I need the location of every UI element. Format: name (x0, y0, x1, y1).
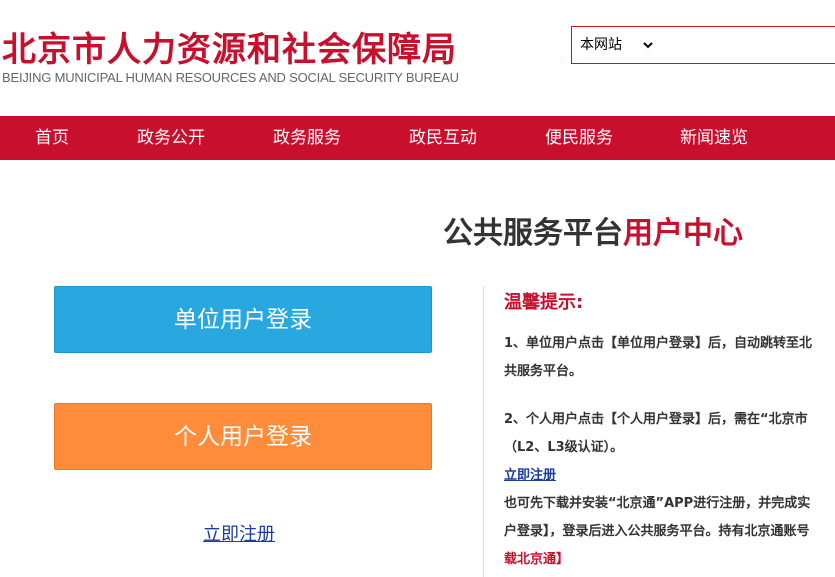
page-title: 公共服务平台用户中心 (443, 208, 743, 252)
tips-title: 温馨提示: (504, 292, 584, 313)
page-title-main: 公共服务平台 (443, 216, 623, 251)
vertical-divider (483, 286, 484, 577)
logo-chinese[interactable]: 北京市人力资源和社会保障局 (2, 22, 457, 71)
nav-item-gov-affairs-open[interactable]: 政务公开 (128, 116, 214, 160)
nav-item-news[interactable]: 新闻速览 (671, 116, 757, 160)
tip-line: 1、单位用户点击【单位用户登录】后，自动跳转至北 (504, 336, 813, 351)
tip-line: 户登录】，登录后进入公共服务平台。持有北京通账号 (504, 524, 810, 539)
unit-user-login-button[interactable]: 单位用户登录 (54, 286, 432, 353)
tip-line: 2、个人用户点击【个人用户登录】后，需在“北京市 (504, 412, 808, 427)
search-scope-select[interactable]: 本网站 (576, 33, 656, 57)
tip-line: 也可先下载并安装“北京通”APP进行注册，并完成实 (504, 496, 811, 511)
tips-panel: 温馨提示: 1、单位用户点击【单位用户登录】后，自动跳转至北 共服务平台。 2、… (504, 288, 835, 577)
tips-register-link[interactable]: 立即注册 (504, 464, 556, 483)
personal-user-login-button[interactable]: 个人用户登录 (54, 403, 432, 470)
main-nav: 首页 政务公开 政务服务 政民互动 便民服务 新闻速览 (0, 116, 835, 160)
nav-item-interaction[interactable]: 政民互动 (400, 116, 486, 160)
search-input[interactable] (660, 31, 830, 59)
page-title-accent: 用户中心 (623, 216, 743, 251)
tip-line: （L2、L3级认证）。 (504, 440, 624, 455)
download-app-link[interactable]: 载北京通】 (504, 548, 569, 567)
register-link[interactable]: 立即注册 (203, 520, 275, 546)
tip-line: 共服务平台。 (504, 364, 583, 379)
logo-english: BEIJING MUNICIPAL HUMAN RESOURCES AND SO… (2, 70, 459, 85)
search-box: 本网站 (571, 26, 835, 64)
nav-item-public-services[interactable]: 便民服务 (536, 116, 622, 160)
nav-item-gov-services[interactable]: 政务服务 (264, 116, 350, 160)
nav-item-home[interactable]: 首页 (22, 116, 82, 160)
